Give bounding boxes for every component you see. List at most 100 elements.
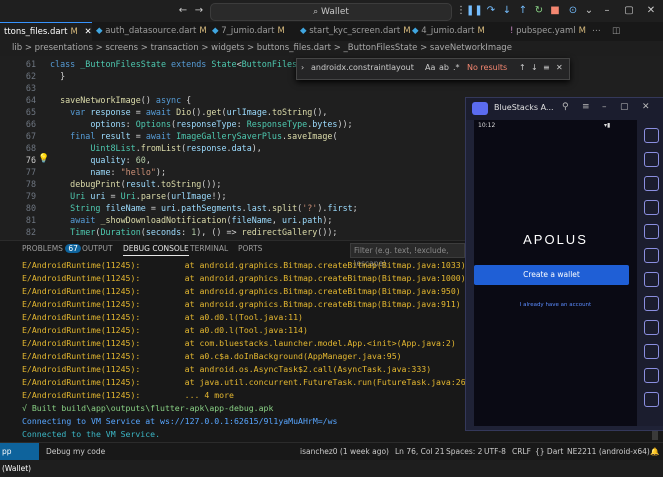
line-number-current: 76 [25,155,36,165]
tab-auth-datasource[interactable]: ◆ auth_datasource.dart M [96,22,207,41]
minimize-icon[interactable]: – [602,102,607,112]
minimize-icon[interactable]: – [600,4,614,18]
gamepad-icon[interactable] [644,200,659,215]
screenshot-icon[interactable] [644,248,659,263]
device-selector[interactable]: NE2211 (android-x64) [567,443,650,460]
console-line: √ Built build\app\outputs\flutter-apk\ap… [22,403,274,413]
breadcrumb[interactable]: lib > presentations > screens > transact… [0,41,663,56]
apk-install-icon[interactable] [644,224,659,239]
restore-icon[interactable]: ▢ [620,102,629,112]
inspect-icon[interactable]: ⊙ [566,4,580,18]
close-tab-icon[interactable]: ✕ [85,27,92,37]
tab-terminal[interactable]: TERMINAL [190,244,228,253]
code-line: } [50,71,66,81]
line-ending[interactable]: CRLF [512,443,531,460]
editor-tab-bar: ttons_files.dart M ✕ ◆ auth_datasource.da… [0,22,663,42]
code-line: var response = await Dio().get(urlImage.… [70,107,328,117]
dart-file-icon: ◆ [212,26,219,36]
code-line: options: Options(responseType: ResponseT… [90,119,353,129]
git-blame[interactable]: isanchez0 (1 week ago) [300,443,389,460]
find-input[interactable]: androidx.constraintlayout [311,63,421,72]
status-bar: pp (Wallet) Debug my code isanchez0 (1 w… [0,442,663,473]
chevron-right-icon[interactable]: › [301,63,304,72]
folder-icon[interactable] [644,296,659,311]
search-icon: ⌕ [313,7,321,17]
code-line: quality: 60, [90,155,151,165]
indentation[interactable]: Spaces: 2 [446,443,482,460]
language-mode[interactable]: {} Dart [535,443,563,460]
remote-indicator[interactable]: pp (Wallet) [0,443,39,473]
expand-icon[interactable] [644,128,659,143]
lightbulb-icon[interactable]: 💡 [38,154,49,164]
more-tabs-icon[interactable]: ⋯ [592,22,601,41]
tab-output[interactable]: OUTPUT [82,244,113,253]
emulator-screen[interactable]: 10:12 ▾▮ APOLUS Create a wallet I alread… [474,120,637,426]
encoding[interactable]: UTF-8 [484,443,506,460]
console-line: E/AndroidRuntime(11245): at android.grap… [22,273,466,283]
chevron-down-icon[interactable]: ⌄ [582,4,596,18]
tab-7-jumio[interactable]: ◆ 7_jumio.dart M [212,22,285,41]
bluestacks-window: BlueStacks A... ⚲ ≡ – ▢ ✕ 10:12 ▾▮ APOLU… [465,97,663,431]
forward-arrow-icon[interactable]: → [192,4,206,18]
maximize-icon[interactable]: ▢ [622,4,636,18]
line-number: 67 [25,131,36,141]
tab-problems[interactable]: PROBLEMS 67 [22,244,81,253]
create-wallet-button[interactable]: Create a wallet [474,265,629,285]
command-center-search[interactable]: ⌕ Wallet [210,3,452,21]
restart-icon[interactable]: ↻ [532,4,546,18]
volume-icon[interactable] [644,152,659,167]
shake-icon[interactable] [644,344,659,359]
next-match-icon[interactable]: ↓ [531,63,538,72]
code-line: class _ButtonFilesState extends State<Bu… [50,59,312,69]
tab-4-jumio[interactable]: ◆ 4_jumio.dart M [412,22,485,41]
settings-icon[interactable] [644,368,659,383]
notifications-icon[interactable]: 🔔 [650,443,659,460]
code-line: saveNetworkImage() async { [60,95,192,105]
split-editor-icon[interactable]: ◫ [612,22,620,41]
console-line: E/AndroidRuntime(11245): at java.util.co… [22,377,476,387]
stop-icon[interactable]: ■ [548,4,562,18]
find-widget: › androidx.constraintlayout Aa ab .* No … [296,58,570,80]
tab-pubspec-yaml[interactable]: ! pubspec.yaml M [510,22,586,41]
existing-account-link[interactable]: I already have an account [474,302,637,308]
line-number: 77 [25,167,36,177]
whole-word-icon[interactable]: ab [439,63,449,72]
console-line: E/AndroidRuntime(11245): at android.os.A… [22,364,432,374]
menu-icon[interactable]: ≡ [582,102,590,112]
rotate-icon[interactable] [644,320,659,335]
tab-buttons-files[interactable]: ttons_files.dart M ✕ [0,22,92,42]
cursor-position[interactable]: Ln 76, Col 21 [395,443,444,460]
yaml-file-icon: ! [510,26,514,36]
previous-match-icon[interactable]: ↑ [519,63,526,72]
bluestacks-title-bar: BlueStacks A... ⚲ ≡ – ▢ ✕ [466,98,663,120]
step-out-icon[interactable]: ↑ [516,4,530,18]
back-icon[interactable] [644,392,659,407]
pause-icon[interactable]: ❚❚ [466,4,483,18]
tab-ports[interactable]: PORTS [238,244,262,253]
keyboard-icon[interactable] [644,176,659,191]
code-line: name: "hello"); [90,167,166,177]
console-line: E/AndroidRuntime(11245): at a0.d0.l(Tool… [22,325,308,335]
record-icon[interactable] [644,272,659,287]
debug-status[interactable]: Debug my code [46,443,105,460]
console-line: Connected to the VM Service. [22,429,161,439]
match-case-toggle[interactable]: Aa [425,63,435,72]
apolus-logo: APOLUS [523,232,588,247]
close-icon[interactable]: ✕ [644,4,658,18]
tab-start-kyc-screen[interactable]: ◆ start_kyc_screen.dart M [300,22,411,41]
console-filter-input[interactable]: Filter (e.g. text, !exclude, \escape) [350,243,465,268]
back-arrow-icon[interactable]: ← [176,4,190,18]
line-number: 82 [25,227,36,237]
bluestacks-sidebar [637,120,663,426]
line-number: 62 [25,71,36,81]
console-line: E/AndroidRuntime(11245): at android.grap… [22,299,461,309]
pin-icon[interactable]: ⚲ [562,102,569,112]
step-over-icon[interactable]: ↷ [484,4,498,18]
close-icon[interactable]: ✕ [642,102,650,112]
find-in-selection-icon[interactable]: ≡ [543,63,550,72]
tab-debug-console[interactable]: DEBUG CONSOLE [123,244,189,256]
step-into-icon[interactable]: ↓ [500,4,514,18]
regex-icon[interactable]: .* [453,63,460,72]
close-find-icon[interactable]: ✕ [556,63,563,72]
line-number: 63 [25,83,36,93]
